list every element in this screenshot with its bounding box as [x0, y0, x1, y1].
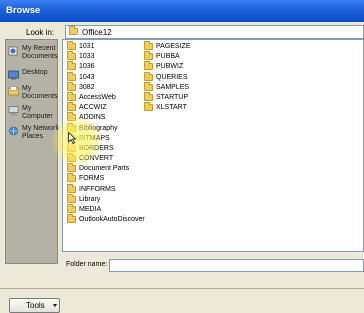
- recent-documents-icon: [8, 46, 18, 56]
- folder-icon: [67, 41, 76, 50]
- tools-label: Tools: [26, 301, 45, 310]
- folder-icon: [67, 142, 76, 152]
- folder-icon: [144, 91, 153, 101]
- window-title: Browse: [6, 5, 41, 16]
- place-label: My Documents: [22, 85, 58, 100]
- folder-icon: [144, 61, 153, 71]
- folder-name-label: Folder name:: [66, 261, 108, 268]
- folder-icon: [67, 112, 76, 122]
- folder-icon: [67, 153, 76, 163]
- folder-icon: [67, 91, 76, 101]
- place-label: My Recent Documents: [22, 45, 58, 60]
- folder-icon: [67, 204, 76, 213]
- file-list[interactable]: 1031 1033 1036 1043 3082 AccessWeb ACCWI…: [62, 39, 364, 252]
- place-label: My Network Places: [22, 125, 59, 140]
- folder-icon: [67, 51, 76, 61]
- folder-icon: [144, 71, 153, 81]
- folder-icon: [67, 193, 76, 203]
- title-bar: Browse: [0, 0, 364, 22]
- my-documents-icon: [8, 86, 19, 96]
- folder-icon: [67, 71, 76, 81]
- place-label: My Computer: [22, 105, 53, 120]
- look-in-label: Look in:: [26, 28, 55, 37]
- divider: [0, 288, 364, 289]
- folder-icon: [67, 173, 76, 183]
- look-in-value: Office12: [82, 28, 112, 37]
- folder-icon: [67, 61, 76, 71]
- folder-icon: [144, 81, 153, 91]
- dialog-body: Look in: Office12 My Recent Documents De…: [0, 22, 364, 313]
- folder-icon: [69, 26, 78, 35]
- folder-icon: [67, 183, 76, 193]
- tools-button[interactable]: Tools: [9, 298, 60, 313]
- desktop-icon: [8, 70, 19, 80]
- my-computer-icon: [8, 106, 19, 116]
- folder-icon: [67, 122, 76, 132]
- folder-icon: [67, 214, 76, 224]
- look-in-dropdown[interactable]: Office12: [65, 25, 364, 39]
- folder-icon: [67, 163, 76, 173]
- chevron-down-icon: [53, 304, 57, 307]
- folder-icon: [144, 51, 153, 61]
- folder-icon: [67, 81, 76, 91]
- mouse-cursor-icon: [68, 132, 76, 144]
- network-places-icon: [9, 126, 18, 136]
- place-label: Desktop: [22, 69, 48, 76]
- folder-icon: [144, 102, 153, 112]
- folder-name-field[interactable]: [109, 259, 364, 272]
- places-bar: My Recent Documents Desktop My Documents…: [5, 39, 59, 264]
- folder-icon: [144, 41, 153, 50]
- folder-icon: [67, 102, 76, 112]
